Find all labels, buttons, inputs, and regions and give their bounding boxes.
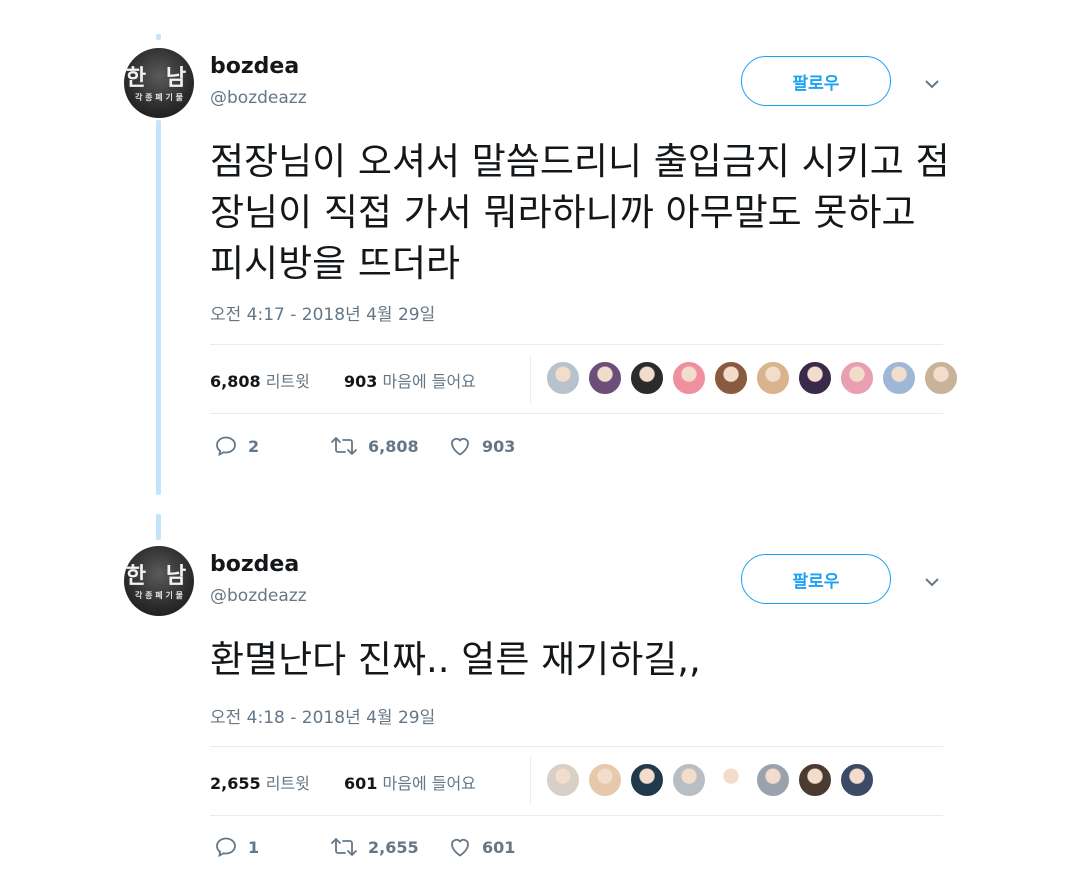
liker-avatar[interactable] — [882, 361, 916, 395]
like-stat-count: 601 — [344, 774, 378, 793]
liker-avatar[interactable] — [798, 763, 832, 797]
reply-icon — [216, 837, 236, 858]
retweet-icon — [331, 437, 357, 455]
avatar-text: 한 남 — [125, 65, 193, 91]
chevron-down-icon[interactable] — [922, 74, 942, 94]
like-count: 903 — [482, 436, 516, 456]
tweet[interactable]: 한 남 각 종 폐 기 물 bozdea @bozdeazz 팔로우 점장님이 … — [0, 0, 1077, 500]
retweet-stat-label: 리트윗 — [265, 372, 310, 391]
tweet-text: 점장님이 오셔서 말씀드리니 출입금지 시키고 점장님이 직접 가서 뭐라하니까… — [210, 140, 950, 285]
avatar-subtext: 각 종 폐 기 물 — [135, 93, 183, 102]
stats-bar: 6,808 리트윗 903 마음에 들어요 — [210, 344, 958, 414]
retweet-stat[interactable]: 2,655 리트윗 — [210, 770, 310, 794]
follow-button[interactable]: 팔로우 — [741, 554, 891, 604]
avatar[interactable]: 한 남 각 종 폐 기 물 — [124, 546, 194, 616]
heart-icon — [451, 838, 469, 857]
heart-icon — [451, 437, 469, 456]
liker-avatar[interactable] — [630, 763, 664, 797]
like-stat[interactable]: 601 마음에 들어요 — [344, 770, 476, 794]
stats-divider — [530, 355, 531, 403]
retweet-button[interactable]: 2,655 — [330, 835, 419, 859]
retweet-stat[interactable]: 6,808 리트윗 — [210, 368, 310, 392]
user-handle[interactable]: @bozdeazz — [210, 88, 307, 108]
avatar[interactable]: 한 남 각 종 폐 기 물 — [124, 48, 194, 118]
liker-avatar[interactable] — [546, 361, 580, 395]
timestamp[interactable]: 오전 4:18 - 2018년 4월 29일 — [210, 703, 435, 728]
liker-avatar[interactable] — [714, 361, 748, 395]
like-stat-count: 903 — [344, 372, 378, 391]
liker-avatar[interactable] — [672, 361, 706, 395]
user-handle[interactable]: @bozdeazz — [210, 586, 307, 606]
avatar-subtext: 각 종 폐 기 물 — [135, 591, 183, 600]
liker-avatar[interactable] — [714, 763, 748, 797]
liker-avatar[interactable] — [588, 361, 622, 395]
retweet-stat-count: 2,655 — [210, 774, 261, 793]
like-button[interactable]: 601 — [448, 835, 515, 859]
like-count: 601 — [482, 837, 516, 857]
like-button[interactable]: 903 — [448, 434, 515, 458]
liker-avatar[interactable] — [546, 763, 580, 797]
tweet-text: 환멸난다 진짜.. 얼른 재기하길,, — [210, 638, 701, 681]
liker-avatar[interactable] — [588, 763, 622, 797]
liker-avatar[interactable] — [630, 361, 664, 395]
like-stat-label: 마음에 들어요 — [382, 372, 476, 391]
liker-avatar[interactable] — [672, 763, 706, 797]
follow-button[interactable]: 팔로우 — [741, 56, 891, 106]
like-stat[interactable]: 903 마음에 들어요 — [344, 368, 476, 392]
like-stat-label: 마음에 들어요 — [382, 774, 476, 793]
reply-button[interactable]: 1 — [214, 835, 259, 859]
retweet-button[interactable]: 6,808 — [330, 434, 419, 458]
reply-icon — [216, 436, 236, 457]
reply-button[interactable]: 2 — [214, 434, 259, 458]
stats-bar: 2,655 리트윗 601 마음에 들어요 — [210, 746, 943, 816]
retweet-stat-count: 6,808 — [210, 372, 261, 391]
retweet-stat-label: 리트윗 — [265, 774, 310, 793]
display-name[interactable]: bozdea — [210, 552, 299, 577]
liker-avatar[interactable] — [840, 763, 874, 797]
timestamp[interactable]: 오전 4:17 - 2018년 4월 29일 — [210, 300, 435, 325]
liker-avatar[interactable] — [924, 361, 958, 395]
retweet-count: 2,655 — [368, 837, 419, 857]
liker-avatar[interactable] — [840, 361, 874, 395]
stats-divider — [530, 757, 531, 805]
reply-count: 2 — [248, 436, 260, 456]
liker-avatar[interactable] — [756, 361, 790, 395]
tweet[interactable]: 한 남 각 종 폐 기 물 bozdea @bozdeazz 팔로우 환멸난다 … — [0, 500, 1077, 870]
liker-avatar[interactable] — [798, 361, 832, 395]
display-name[interactable]: bozdea — [210, 54, 299, 79]
retweet-count: 6,808 — [368, 436, 419, 456]
avatar-text: 한 남 — [125, 563, 193, 589]
liker-avatar[interactable] — [756, 763, 790, 797]
chevron-down-icon[interactable] — [922, 572, 942, 592]
reply-count: 1 — [248, 837, 260, 857]
retweet-icon — [331, 838, 357, 856]
